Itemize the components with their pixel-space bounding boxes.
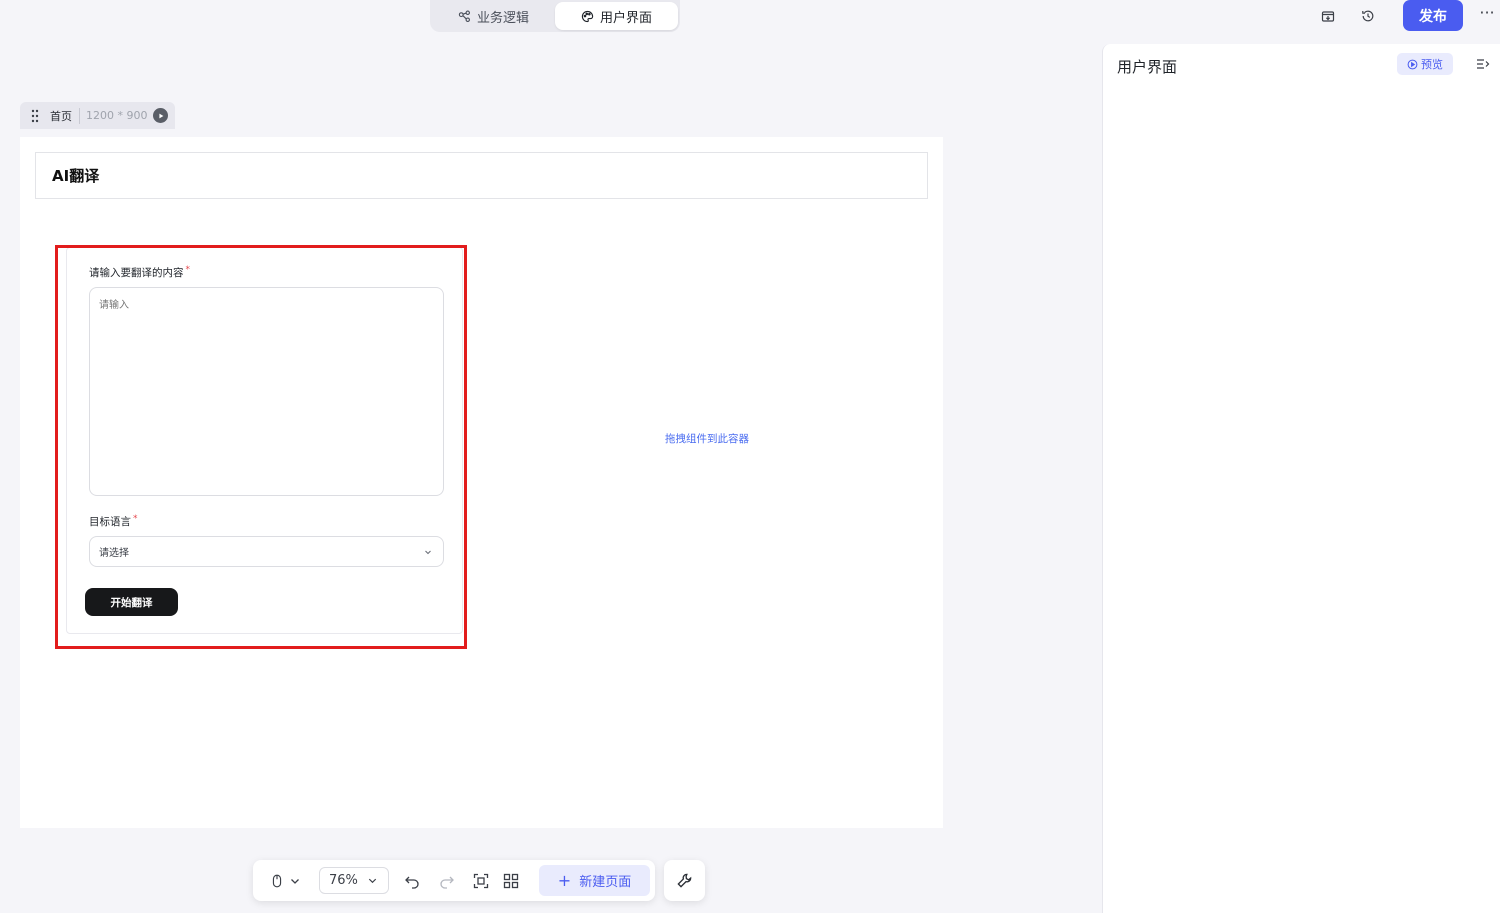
select-placeholder: 请选择	[99, 548, 129, 559]
preview-label: 预览	[1421, 58, 1443, 71]
design-canvas: AI翻译 请输入要翻译的内容* 目标语言* 请选择 开始翻译 拖拽组件到此容器	[20, 137, 943, 828]
chevron-down-icon	[425, 550, 431, 555]
fit-screen-icon	[473, 873, 489, 889]
drop-zone-hint[interactable]: 拖拽组件到此容器	[665, 431, 749, 446]
mouse-icon	[272, 874, 282, 888]
tab-business-logic[interactable]: 业务逻辑	[432, 2, 555, 30]
canvas-toolbar: 76% + 新建页面	[253, 860, 655, 901]
collapse-panel-icon[interactable]	[1475, 56, 1491, 72]
tools-button[interactable]	[664, 860, 705, 901]
plus-icon: +	[557, 871, 572, 890]
page-size: 1200 * 900	[86, 109, 148, 122]
layout-grid-button[interactable]	[500, 870, 522, 892]
zoom-select[interactable]: 76%	[319, 867, 389, 894]
language-field-label: 目标语言 *	[89, 514, 138, 529]
top-bar: 业务逻辑 用户界面 发布 ···	[0, 0, 1500, 44]
tab-user-interface-label: 用户界面	[599, 10, 652, 26]
page-tab[interactable]: 首页 1200 * 900	[20, 102, 175, 129]
page-name: 首页	[50, 107, 80, 124]
page-title[interactable]: AI翻译	[35, 152, 928, 199]
preview-button[interactable]: 预览	[1397, 53, 1453, 75]
start-translate-button[interactable]: 开始翻译	[85, 588, 178, 616]
form-container[interactable]: 请输入要翻译的内容* 目标语言* 请选择 开始翻译	[66, 247, 463, 634]
language-label-text: 目标语言	[89, 516, 131, 528]
new-page-label: 新建页面	[579, 875, 632, 890]
redo-icon	[440, 876, 454, 889]
wrench-icon	[677, 873, 692, 888]
pointer-mode-button[interactable]	[265, 870, 305, 892]
target-language-select[interactable]: 请选择	[89, 536, 444, 567]
drag-handle-icon[interactable]	[30, 109, 40, 123]
play-circle-icon	[1407, 59, 1418, 69]
page-preview-play-icon[interactable]	[153, 108, 169, 123]
flow-icon	[458, 10, 470, 22]
properties-panel: 用户界面 预览	[1102, 44, 1500, 913]
more-options-icon[interactable]: ···	[1476, 3, 1498, 25]
new-page-button[interactable]: + 新建页面	[539, 865, 650, 896]
content-field-label: 请输入要翻译的内容 *	[89, 265, 190, 280]
redo-button[interactable]	[436, 870, 458, 892]
save-version-icon[interactable]	[1315, 6, 1341, 26]
tab-user-interface[interactable]: 用户界面	[555, 2, 678, 30]
palette-icon	[581, 10, 594, 22]
undo-icon	[405, 876, 419, 889]
history-icon[interactable]	[1355, 6, 1381, 26]
content-label-text: 请输入要翻译的内容	[89, 267, 184, 279]
chevron-down-icon	[291, 879, 299, 884]
mode-switcher: 业务逻辑 用户界面	[430, 0, 680, 32]
undo-button[interactable]	[401, 870, 423, 892]
required-mark: *	[133, 514, 138, 524]
grid-icon	[503, 873, 519, 889]
zoom-value: 76%	[329, 873, 358, 888]
content-textarea[interactable]	[89, 287, 444, 496]
tab-business-logic-label: 业务逻辑	[476, 10, 529, 26]
panel-title: 用户界面	[1117, 58, 1178, 76]
required-mark: *	[185, 265, 191, 275]
chevron-down-icon	[368, 878, 377, 884]
fit-screen-button[interactable]	[470, 870, 492, 892]
publish-button[interactable]: 发布	[1403, 0, 1463, 31]
